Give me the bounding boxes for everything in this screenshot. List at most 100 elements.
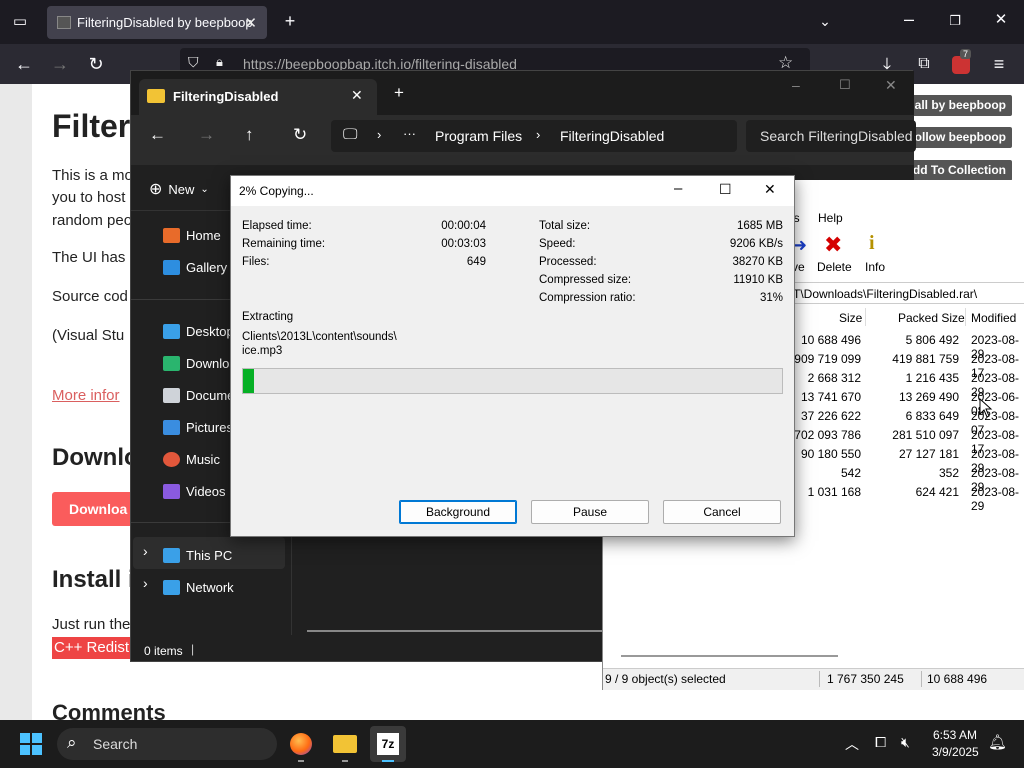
explorer-close-icon[interactable]: ✕ bbox=[885, 77, 897, 94]
taskbar-file-explorer[interactable] bbox=[327, 726, 363, 762]
running-indicator bbox=[298, 760, 304, 762]
taskbar-search[interactable]: ⌕ Search bbox=[57, 728, 277, 760]
column-divider[interactable] bbox=[865, 308, 866, 326]
dialog-maximize-icon[interactable]: ☐ bbox=[719, 181, 732, 198]
explorer-tab-bar: FilteringDisabled ✕ + – ☐ ✕ bbox=[131, 71, 914, 115]
nav-documents[interactable]: Docume bbox=[163, 384, 234, 406]
nav-desktop[interactable]: Desktop bbox=[163, 320, 234, 342]
background-button[interactable]: Background bbox=[399, 500, 517, 524]
download-heading: Downlo bbox=[52, 444, 139, 471]
close-explorer-tab-icon[interactable]: ✕ bbox=[351, 87, 363, 104]
more-info-link[interactable]: More infor bbox=[52, 385, 120, 407]
cell-size: 13 741 670 bbox=[800, 390, 861, 404]
gallery-icon bbox=[163, 259, 180, 275]
breadcrumb-more-icon[interactable]: ··· bbox=[403, 126, 416, 141]
nav-this-pc[interactable]: This PC bbox=[163, 544, 232, 566]
new-explorer-tab-icon[interactable]: + bbox=[394, 83, 404, 103]
nav-gallery[interactable]: Gallery bbox=[163, 256, 227, 278]
archive-path: T\Downloads\FilteringDisabled.rar\ bbox=[793, 287, 978, 301]
explorer-back-icon[interactable]: ← bbox=[149, 125, 166, 145]
cancel-button[interactable]: Cancel bbox=[663, 500, 781, 524]
start-windows-icon[interactable] bbox=[20, 733, 42, 755]
nav-videos[interactable]: Videos bbox=[163, 480, 226, 502]
follow-button[interactable]: Follow beepboop bbox=[901, 127, 1012, 148]
lock-icon[interactable]: 🔒︎ bbox=[216, 54, 223, 70]
close-window-icon[interactable]: ✕ bbox=[989, 10, 1013, 30]
explorer-tab[interactable]: FilteringDisabled ✕ bbox=[139, 79, 377, 115]
browser-tab[interactable]: FilteringDisabled by beepboop ✕ bbox=[47, 6, 267, 39]
taskbar-seven-zip[interactable]: 7z bbox=[370, 726, 406, 762]
close-tab-icon[interactable]: ✕ bbox=[244, 14, 257, 32]
tab-list-icon[interactable]: ▭ bbox=[8, 12, 32, 32]
shield-icon[interactable]: ⛉ bbox=[188, 54, 199, 71]
toolbar-delete-label[interactable]: Delete bbox=[817, 260, 852, 274]
explorer-search-input[interactable]: Search FilteringDisabled bbox=[746, 120, 916, 152]
nav-network[interactable]: Network bbox=[163, 576, 234, 598]
itch-extension-icon[interactable]: 7 bbox=[952, 49, 972, 74]
remaining-value: 00:03:03 bbox=[441, 238, 486, 250]
list-all-tabs-icon[interactable]: ⌄ bbox=[813, 11, 837, 31]
column-modified[interactable]: Modified bbox=[971, 311, 1016, 325]
show-hidden-icons-icon[interactable]: ︿ bbox=[845, 734, 859, 754]
expand-chevron-icon[interactable]: › bbox=[143, 543, 148, 559]
back-icon[interactable]: ← bbox=[12, 54, 36, 74]
cell-size: 1 031 168 bbox=[807, 485, 861, 499]
explorer-refresh-icon[interactable]: ↻ bbox=[293, 125, 307, 145]
menu-icon[interactable]: ≡ bbox=[987, 54, 1011, 74]
cell-packed-size: 1 216 435 bbox=[905, 371, 959, 385]
reload-icon[interactable]: ↻ bbox=[84, 54, 108, 74]
download-button[interactable]: Downloa bbox=[52, 492, 142, 526]
nav-music[interactable]: Music bbox=[163, 448, 220, 470]
nav-home[interactable]: Home bbox=[163, 224, 221, 246]
cell-packed-size: 352 bbox=[938, 466, 959, 480]
volume-muted-icon[interactable]: 🔇︎ bbox=[901, 734, 910, 751]
minimize-icon[interactable]: – bbox=[897, 9, 921, 29]
breadcrumb-current-folder[interactable]: FilteringDisabled bbox=[560, 128, 664, 144]
network-tray-icon[interactable]: ⧠ bbox=[875, 734, 886, 751]
explorer-up-icon[interactable]: ↑ bbox=[245, 125, 254, 145]
delete-icon[interactable]: ✖ bbox=[824, 232, 842, 258]
taskbar-firefox[interactable] bbox=[283, 726, 319, 762]
dialog-title-bar: 2% Copying... – ☐ ✕ bbox=[231, 176, 794, 206]
nav-pictures[interactable]: Pictures bbox=[163, 416, 233, 438]
column-divider[interactable] bbox=[965, 308, 966, 326]
cell-packed-size: 6 833 649 bbox=[905, 409, 959, 423]
this-pc-icon bbox=[163, 547, 180, 563]
horizontal-scrollbar[interactable] bbox=[307, 630, 607, 632]
nav-downloads[interactable]: Downloa bbox=[163, 352, 237, 374]
nav-label: Videos bbox=[186, 483, 226, 499]
notifications-bell-icon[interactable]: 🔔︎ bbox=[988, 733, 1007, 751]
clock-date[interactable]: 3/9/2025 bbox=[932, 745, 979, 759]
nav-label: Desktop bbox=[186, 323, 234, 339]
operation-label: Extracting bbox=[242, 311, 294, 323]
extensions-icon[interactable]: ⧉ bbox=[912, 54, 936, 74]
dialog-minimize-icon[interactable]: – bbox=[674, 180, 682, 197]
menu-help[interactable]: Help bbox=[818, 211, 843, 225]
breadcrumb-program-files[interactable]: Program Files bbox=[435, 128, 522, 144]
cell-packed-size: 419 881 759 bbox=[892, 352, 959, 366]
pause-button[interactable]: Pause bbox=[531, 500, 649, 524]
column-packed-size[interactable]: Packed Size bbox=[898, 311, 965, 325]
forward-icon[interactable]: → bbox=[48, 54, 72, 74]
explorer-minimize-icon[interactable]: – bbox=[792, 77, 800, 93]
dialog-close-icon[interactable]: ✕ bbox=[764, 181, 776, 198]
breadcrumb-chevron-icon: › bbox=[377, 127, 382, 142]
clock-time[interactable]: 6:53 AM bbox=[933, 728, 977, 742]
new-button[interactable]: ⊕ New ⌄ bbox=[149, 179, 209, 199]
redist-link[interactable]: C++ Redist bbox=[52, 637, 132, 659]
explorer-maximize-icon[interactable]: ☐ bbox=[839, 77, 851, 93]
horizontal-scrollbar[interactable] bbox=[621, 655, 838, 657]
search-icon: ⌕ bbox=[67, 733, 77, 752]
address-bar[interactable]: 🖵︎ › ··· Program Files › FilteringDisabl… bbox=[331, 120, 737, 152]
maximize-icon[interactable]: ❐ bbox=[943, 11, 967, 31]
cell-size: 37 226 622 bbox=[800, 409, 861, 423]
column-size[interactable]: Size bbox=[839, 311, 862, 325]
add-to-collection-button[interactable]: Add To Collection bbox=[898, 160, 1012, 181]
seven-zip-status-bar: 9 / 9 object(s) selected 1 767 350 245 1… bbox=[603, 668, 1024, 690]
toolbar-info-label[interactable]: Info bbox=[865, 260, 885, 274]
new-tab-icon[interactable]: + bbox=[278, 11, 302, 31]
explorer-forward-icon[interactable]: → bbox=[198, 125, 215, 145]
expand-chevron-icon[interactable]: › bbox=[143, 575, 148, 591]
cell-size: 702 093 786 bbox=[794, 428, 861, 442]
info-icon[interactable]: i bbox=[869, 232, 875, 255]
